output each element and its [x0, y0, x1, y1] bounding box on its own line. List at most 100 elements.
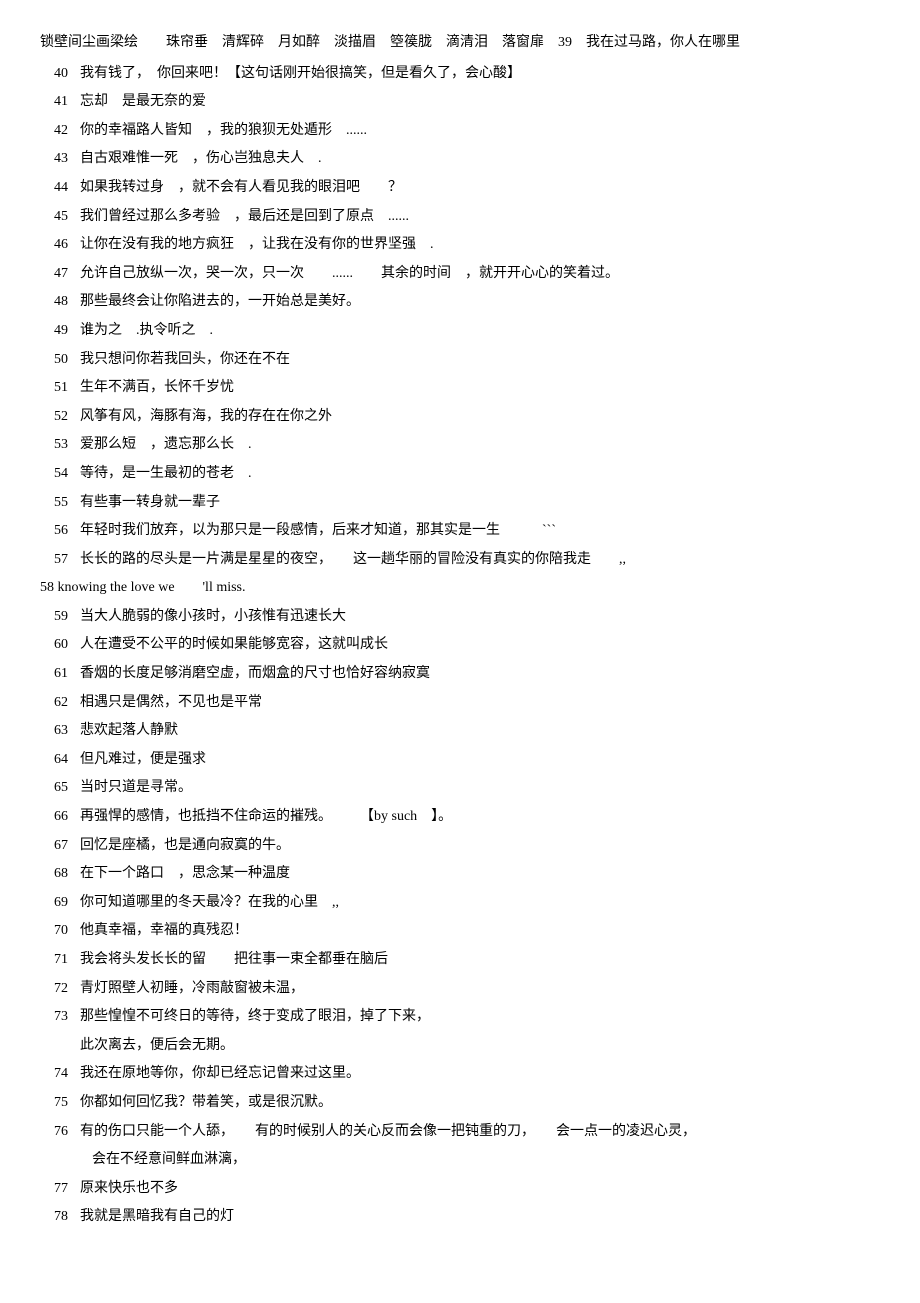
entry-number: 72 [40, 976, 80, 1001]
entry-number: 77 [40, 1176, 80, 1201]
entry-number: 78 [40, 1204, 80, 1229]
entry-number: 59 [40, 604, 80, 629]
entry-number: 63 [40, 718, 80, 743]
list-item: 51生年不满百，长怀千岁忧 [40, 375, 880, 402]
entry-text: 他真幸福，幸福的真残忍！ [80, 918, 880, 945]
entry-number: 40 [40, 61, 80, 86]
list-item: 58 knowing the love we 'll miss. [40, 575, 880, 602]
entry-text: 再强悍的感情，也抵挡不住命运的摧残。 【by such 】。 [80, 804, 880, 831]
entry-number: 73 [40, 1004, 80, 1029]
entry-text: 如果我转过身 ，就不会有人看见我的眼泪吧 ？ [80, 175, 880, 202]
entry-text: 爱那么短 ，遗忘那么长 . [80, 432, 880, 459]
entry-text: 年轻时我们放弃，以为那只是一段感情，后来才知道，那其实是一生 ``` [80, 518, 880, 545]
list-item: 69你可知道哪里的冬天最冷？在我的心里 ,, [40, 890, 880, 917]
entry-number: 51 [40, 375, 80, 400]
list-item: 66再强悍的感情，也抵挡不住命运的摧残。 【by such 】。 [40, 804, 880, 831]
entry-number: 61 [40, 661, 80, 686]
entry-text: 你的幸福路人皆知 ，我的狼狈无处遁形 ...... [80, 118, 880, 145]
list-item: 41忘却 是最无奈的爱 [40, 89, 880, 116]
entry-number: 62 [40, 690, 80, 715]
entry-number: 47 [40, 261, 80, 286]
entry-text: 原来快乐也不多 [80, 1176, 880, 1203]
list-item: 78我就是黑暗我有自己的灯 [40, 1204, 880, 1231]
entry-text: 我有钱了， 你回来吧！【这句话刚开始很搞笑，但是看久了，会心酸】 [80, 61, 880, 88]
entry-number: 60 [40, 632, 80, 657]
entry-number: 71 [40, 947, 80, 972]
entry-text: 自古艰难惟一死 ，伤心岂独息夫人 . [80, 146, 880, 173]
entry-number: 54 [40, 461, 80, 486]
entry-number: 74 [40, 1061, 80, 1086]
entry-text: 此次离去，便后会无期。 [80, 1033, 880, 1060]
list-item: 50我只想问你若我回头，你还在不在 [40, 347, 880, 374]
list-item: 65当时只道是寻常。 [40, 775, 880, 802]
list-item: 48那些最终会让你陷进去的，一开始总是美好。 [40, 289, 880, 316]
entry-text: 我会将头发长长的留 把往事一束全都垂在脑后 [80, 947, 880, 974]
entry-number: 75 [40, 1090, 80, 1115]
header-line: 锁壁间尘画梁绘 珠帘垂 清辉碎 月如醉 淡描眉 箜篌胧 滴清泪 落窗扉 39 我… [40, 30, 880, 57]
entry-text: 我只想问你若我回头，你还在不在 [80, 347, 880, 374]
list-item: 64但凡难过，便是强求 [40, 747, 880, 774]
entry-continuation: 会在不经意间鲜血淋漓， [40, 1147, 880, 1174]
entry-text: 我就是黑暗我有自己的灯 [80, 1204, 880, 1231]
list-item: 40我有钱了， 你回来吧！【这句话刚开始很搞笑，但是看久了，会心酸】 [40, 61, 880, 88]
list-item: 59当大人脆弱的像小孩时，小孩惟有迅速长大 [40, 604, 880, 631]
entry-text: 在下一个路口 ，思念某一种温度 [80, 861, 880, 888]
entry-text: 那些最终会让你陷进去的，一开始总是美好。 [80, 289, 880, 316]
entry-number: 65 [40, 775, 80, 800]
entry-number: 53 [40, 432, 80, 457]
entry-number: 46 [40, 232, 80, 257]
entry-text: 允许自己放纵一次，哭一次，只一次 ...... 其余的时间 ，就开开心心的笑着过… [80, 261, 880, 288]
list-item: 42你的幸福路人皆知 ，我的狼狈无处遁形 ...... [40, 118, 880, 145]
entry-text: 相遇只是偶然，不见也是平常 [80, 690, 880, 717]
list-item: 56年轻时我们放弃，以为那只是一段感情，后来才知道，那其实是一生 ``` [40, 518, 880, 545]
entry-number: 56 [40, 518, 80, 543]
entry-text: 谁为之 .执令听之 . [80, 318, 880, 345]
entry-number: 41 [40, 89, 80, 114]
list-item: 76有的伤口只能一个人舔， 有的时候别人的关心反而会像一把钝重的刀， 会一点一的… [40, 1119, 880, 1146]
list-item: 61香烟的长度足够消磨空虚，而烟盒的尺寸也恰好容纳寂寞 [40, 661, 880, 688]
list-item: 52风筝有风，海豚有海，我的存在在你之外 [40, 404, 880, 431]
list-item: 74我还在原地等你，你却已经忘记曾来过这里。 [40, 1061, 880, 1088]
entry-text: 当时只道是寻常。 [80, 775, 880, 802]
list-item: 47允许自己放纵一次，哭一次，只一次 ...... 其余的时间 ，就开开心心的笑… [40, 261, 880, 288]
entry-number: 45 [40, 204, 80, 229]
entry-number: 66 [40, 804, 80, 829]
entry-text: 我还在原地等你，你却已经忘记曾来过这里。 [80, 1061, 880, 1088]
list-item: 73那些惶惶不可终日的等待，终于变成了眼泪，掉了下来， [40, 1004, 880, 1031]
entry-text: 你可知道哪里的冬天最冷？在我的心里 ,, [80, 890, 880, 917]
entry-text: 当大人脆弱的像小孩时，小孩惟有迅速长大 [80, 604, 880, 631]
list-item: 71我会将头发长长的留 把往事一束全都垂在脑后 [40, 947, 880, 974]
entry-number: 76 [40, 1119, 80, 1144]
entry-text: 那些惶惶不可终日的等待，终于变成了眼泪，掉了下来， [80, 1004, 880, 1031]
entry-number: 42 [40, 118, 80, 143]
entry-number: 52 [40, 404, 80, 429]
entry-number: 49 [40, 318, 80, 343]
list-item: 68在下一个路口 ，思念某一种温度 [40, 861, 880, 888]
entry-text: 有的伤口只能一个人舔， 有的时候别人的关心反而会像一把钝重的刀， 会一点一的凌迟… [80, 1119, 880, 1146]
list-item: 57长长的路的尽头是一片满是星星的夜空， 这一趟华丽的冒险没有真实的你陪我走 ,… [40, 547, 880, 574]
list-item: 此次离去，便后会无期。 [40, 1033, 880, 1060]
list-item: 70他真幸福，幸福的真残忍！ [40, 918, 880, 945]
list-item: 43自古艰难惟一死 ，伤心岂独息夫人 . [40, 146, 880, 173]
list-item: 60人在遭受不公平的时候如果能够宽容，这就叫成长 [40, 632, 880, 659]
entry-text: 回忆是座橘，也是通向寂寞的牛。 [80, 833, 880, 860]
entry-text: 长长的路的尽头是一片满是星星的夜空， 这一趟华丽的冒险没有真实的你陪我走 ,, [80, 547, 880, 574]
entry-text: 生年不满百，长怀千岁忧 [80, 375, 880, 402]
entry-text: 你都如何回忆我？带着笑，或是很沉默。 [80, 1090, 880, 1117]
entry-text: 有些事一转身就一辈子 [80, 490, 880, 517]
entry-number: 48 [40, 289, 80, 314]
list-item: 54等待，是一生最初的苍老 . [40, 461, 880, 488]
entry-number: 50 [40, 347, 80, 372]
list-item: 62相遇只是偶然，不见也是平常 [40, 690, 880, 717]
list-item: 77原来快乐也不多 [40, 1176, 880, 1203]
entry-number: 43 [40, 146, 80, 171]
entry-text: 香烟的长度足够消磨空虚，而烟盒的尺寸也恰好容纳寂寞 [80, 661, 880, 688]
entry-text: 等待，是一生最初的苍老 . [80, 461, 880, 488]
list-item: 49谁为之 .执令听之 . [40, 318, 880, 345]
entry-number: 57 [40, 547, 80, 572]
list-item: 44如果我转过身 ，就不会有人看见我的眼泪吧 ？ [40, 175, 880, 202]
main-content: 锁壁间尘画梁绘 珠帘垂 清辉碎 月如醉 淡描眉 箜篌胧 滴清泪 落窗扉 39 我… [40, 30, 880, 1231]
entry-text: 忘却 是最无奈的爱 [80, 89, 880, 116]
list-item: 55有些事一转身就一辈子 [40, 490, 880, 517]
entry-number: 64 [40, 747, 80, 772]
